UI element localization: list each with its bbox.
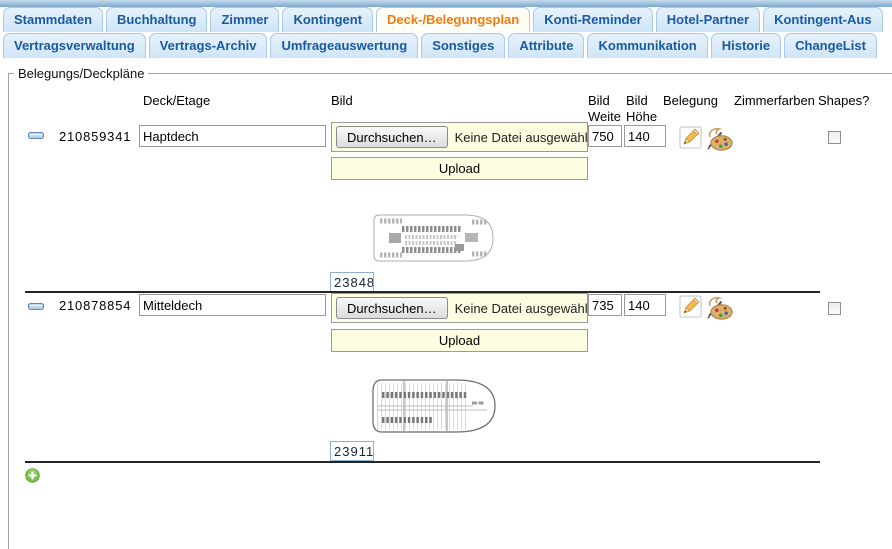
column-header-bild: Bild xyxy=(331,93,353,109)
pencil-icon xyxy=(679,306,702,321)
tab-zimmer[interactable]: Zimmer xyxy=(210,7,279,32)
tab-stammdaten[interactable]: Stammdaten xyxy=(3,7,103,32)
add-row-button[interactable] xyxy=(25,468,40,483)
column-header-shapes: Shapes? xyxy=(818,93,869,109)
column-header-zimmerfarben: Zimmerfarben xyxy=(734,93,815,109)
tab-sonstiges[interactable]: Sonstiges xyxy=(421,33,505,58)
tab-deck-belegungsplan[interactable]: Deck-/Belegungsplan xyxy=(376,7,530,32)
zimmerfarben-button[interactable] xyxy=(706,295,733,320)
zimmerfarben-button[interactable] xyxy=(706,126,733,151)
column-header-belegung: Belegung xyxy=(663,93,718,109)
palette-icon xyxy=(706,308,733,323)
minus-icon xyxy=(28,298,44,313)
plus-circle-icon xyxy=(25,471,40,486)
remove-row-button[interactable] xyxy=(28,303,44,310)
plan-number-input[interactable] xyxy=(330,272,374,292)
deck-name-input[interactable] xyxy=(139,294,326,316)
tab-vertrags-archiv[interactable]: Vertrags-Archiv xyxy=(149,33,268,58)
tab-attribute[interactable]: Attribute xyxy=(508,33,584,58)
belegung-edit-button[interactable] xyxy=(679,126,702,149)
tab-changelist[interactable]: ChangeList xyxy=(784,33,877,58)
upload-button[interactable]: Upload xyxy=(331,157,588,180)
deck-id: 210878854 xyxy=(59,298,131,313)
browse-button[interactable]: Durchsuchen… xyxy=(336,126,448,148)
shapes-checkbox[interactable] xyxy=(828,131,841,144)
file-input[interactable]: Durchsuchen… Keine Datei ausgewählt. xyxy=(331,122,588,152)
deck-belegungsplan-page: Stammdaten Buchhaltung Zimmer Kontingent… xyxy=(0,0,892,549)
bild-hoehe-input[interactable] xyxy=(624,294,666,316)
tab-historie[interactable]: Historie xyxy=(711,33,781,58)
tab-hotel-partner[interactable]: Hotel-Partner xyxy=(656,7,760,32)
deck-plan-image xyxy=(369,378,498,434)
panel-legend: Belegungs/Deckpläne xyxy=(14,66,148,81)
tab-kontingent-aus[interactable]: Kontingent-Aus xyxy=(763,7,882,32)
file-input[interactable]: Durchsuchen… Keine Datei ausgewählt. xyxy=(331,293,588,323)
bild-weite-input[interactable] xyxy=(588,294,622,316)
tab-konti-reminder[interactable]: Konti-Reminder xyxy=(533,7,653,32)
bild-weite-line2: Weite xyxy=(588,109,621,125)
shapes-checkbox[interactable] xyxy=(828,302,841,315)
deck-name-input[interactable] xyxy=(139,125,326,147)
bild-hoehe-line2: Höhe xyxy=(626,109,657,125)
bild-hoehe-line1: Bild xyxy=(626,93,657,109)
tab-kontingent[interactable]: Kontingent xyxy=(282,7,373,32)
no-file-label: Keine Datei ausgewählt. xyxy=(455,130,587,145)
column-header-bild-hoehe: Bild Höhe xyxy=(626,93,657,125)
tab-umfrageauswertung[interactable]: Umfrageauswertung xyxy=(270,33,418,58)
remove-row-button[interactable] xyxy=(28,132,44,139)
tab-kommunikation[interactable]: Kommunikation xyxy=(587,33,707,58)
pencil-icon xyxy=(679,137,702,152)
tab-buchhaltung[interactable]: Buchhaltung xyxy=(106,7,207,32)
no-file-label: Keine Datei ausgewählt. xyxy=(455,301,587,316)
plan-number-input[interactable] xyxy=(330,441,374,461)
top-accent-strip xyxy=(0,0,892,7)
deck-id: 210859341 xyxy=(59,129,131,144)
belegung-edit-button[interactable] xyxy=(679,295,702,318)
bild-weite-input[interactable] xyxy=(588,125,622,147)
tab-row-1: Stammdaten Buchhaltung Zimmer Kontingent… xyxy=(3,7,883,32)
browse-button[interactable]: Durchsuchen… xyxy=(336,297,448,319)
row-divider xyxy=(25,461,820,463)
column-header-bild-weite: Bild Weite xyxy=(588,93,621,125)
bild-weite-line1: Bild xyxy=(588,93,621,109)
minus-icon xyxy=(28,127,44,142)
column-header-deck-etage: Deck/Etage xyxy=(143,93,210,109)
deck-plan-image xyxy=(372,213,495,263)
palette-icon xyxy=(706,139,733,154)
tab-vertragsverwaltung[interactable]: Vertragsverwaltung xyxy=(3,33,146,58)
bild-hoehe-input[interactable] xyxy=(624,125,666,147)
upload-button[interactable]: Upload xyxy=(331,329,588,352)
tab-row-2: Vertragsverwaltung Vertrags-Archiv Umfra… xyxy=(3,33,877,58)
